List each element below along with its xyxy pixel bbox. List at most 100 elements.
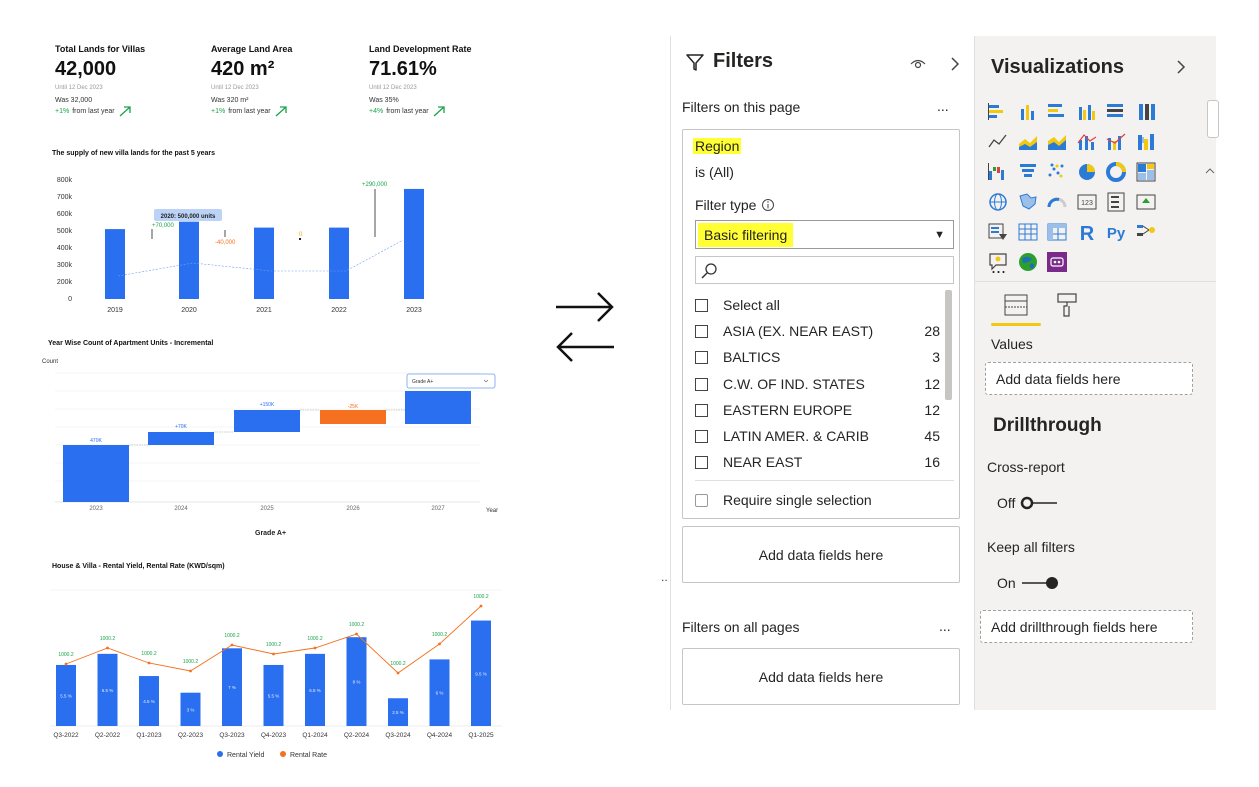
funnel-chart-icon[interactable] — [1017, 161, 1039, 183]
filled-map-icon[interactable] — [1017, 191, 1039, 213]
more-options-icon[interactable]: ... — [939, 618, 951, 634]
pane-resize-handle[interactable]: .. — [661, 570, 668, 584]
line-point — [189, 669, 192, 673]
python-visual-icon[interactable]: Py — [1105, 221, 1127, 243]
card-icon[interactable]: 123 — [1076, 191, 1098, 213]
kpi-was: Was 32,000 — [55, 97, 93, 104]
x-tick-label: Q1-2023 — [136, 732, 162, 739]
checkbox[interactable] — [695, 350, 708, 364]
slicer-icon[interactable] — [987, 221, 1009, 243]
line-clustered-column-chart-icon[interactable] — [1105, 131, 1127, 153]
100-stacked-column-chart-icon[interactable] — [1135, 101, 1157, 123]
add-data-fields-all-pages[interactable]: Add data fields here — [682, 648, 960, 705]
filter-item[interactable]: NEAR EAST 16 — [695, 452, 940, 472]
require-single-selection[interactable]: Require single selection — [695, 490, 940, 510]
kpi-change-pct: +1% — [55, 107, 70, 115]
checkbox[interactable] — [695, 493, 708, 507]
map-icon[interactable] — [987, 191, 1009, 213]
filter-item-label: NEAR EAST — [723, 454, 803, 470]
scatter-chart-icon[interactable] — [1046, 161, 1068, 183]
filters-on-all-pages-label: Filters on all pages — [682, 619, 800, 635]
keep-filters-toggle[interactable]: On — [997, 575, 1060, 591]
filter-select-all[interactable]: Select all — [695, 295, 940, 315]
toggle-switch-on[interactable] — [1020, 575, 1060, 591]
add-data-fields-page[interactable]: Add data fields here — [682, 526, 960, 583]
eye-icon[interactable] — [909, 56, 927, 70]
toggle-switch-off[interactable] — [1019, 495, 1059, 511]
multi-row-card-icon[interactable] — [1105, 191, 1127, 213]
pie-chart-icon[interactable] — [1076, 161, 1098, 183]
gauge-icon[interactable] — [1046, 191, 1068, 213]
table-icon[interactable] — [1017, 221, 1039, 243]
arcgis-map-icon[interactable] — [1017, 251, 1039, 273]
chevron-right-icon[interactable] — [1175, 59, 1187, 75]
y-tick-label: 0 — [68, 296, 72, 303]
filter-type-dropdown[interactable]: Basic filtering ▼ — [695, 220, 954, 249]
line-column-chart-icon[interactable] — [1076, 131, 1098, 153]
chevron-up-icon[interactable] — [1204, 164, 1216, 176]
bar-label: 2.5 % — [392, 710, 404, 715]
waterfall-chart-icon[interactable] — [987, 161, 1009, 183]
format-paintbrush-icon[interactable] — [1055, 292, 1079, 318]
rental-rate-line — [65, 605, 482, 674]
filter-item[interactable]: ASIA (EX. NEAR EAST) 28 — [695, 321, 940, 341]
100-stacked-bar-chart-icon[interactable] — [1105, 101, 1127, 123]
filter-search-box[interactable] — [695, 256, 954, 284]
drillthrough-heading: Drillthrough — [993, 415, 1102, 436]
key-influencers-icon[interactable] — [1135, 221, 1157, 243]
checkbox[interactable] — [695, 429, 708, 443]
bar-label: 5.5 % — [60, 693, 72, 698]
stacked-column-chart-icon[interactable] — [1017, 101, 1039, 123]
keep-all-filters-label: Keep all filters — [987, 539, 1075, 555]
stacked-bar-chart-icon[interactable] — [987, 101, 1009, 123]
checkbox-label: Require single selection — [723, 492, 872, 508]
filter-field-name[interactable]: Region — [693, 138, 742, 154]
kpi-was: Was 35% — [369, 97, 399, 104]
matrix-icon[interactable] — [1046, 221, 1068, 243]
x-tick-label: Q2-2022 — [95, 732, 121, 739]
kpi-change-text: from last year — [228, 107, 271, 115]
checkbox[interactable] — [695, 455, 708, 469]
filter-item-count: 3 — [932, 349, 940, 365]
treemap-icon[interactable] — [1135, 161, 1157, 183]
filter-search-input[interactable] — [722, 259, 950, 281]
add-drillthrough-well[interactable]: Add drillthrough fields here — [980, 610, 1193, 643]
bar — [105, 229, 125, 299]
line-chart-icon[interactable] — [987, 131, 1009, 153]
filter-item-count: 28 — [924, 323, 940, 339]
checkbox[interactable] — [695, 403, 708, 417]
filter-item[interactable]: C.W. OF IND. STATES 12 — [695, 374, 940, 394]
collapsed-pane-tab[interactable] — [1207, 100, 1219, 138]
fields-tab-icon[interactable] — [1003, 292, 1029, 318]
filter-item[interactable]: BALTICS 3 — [695, 347, 940, 367]
checkbox[interactable] — [695, 324, 708, 338]
chart1-annotation-dot — [299, 238, 301, 240]
donut-chart-icon[interactable] — [1105, 161, 1127, 183]
x-tick-label: Q4-2024 — [427, 732, 453, 739]
area-chart-icon[interactable] — [1017, 131, 1039, 153]
filter-list-scrollbar[interactable] — [945, 290, 952, 400]
kpi-icon[interactable] — [1135, 191, 1157, 213]
checkbox[interactable] — [695, 377, 708, 391]
chevron-right-icon[interactable] — [949, 56, 961, 72]
filter-item[interactable]: EASTERN EUROPE 12 — [695, 400, 940, 420]
data-label: 470K — [90, 438, 102, 444]
y-tick-label: 400k — [57, 245, 73, 252]
cross-report-toggle[interactable]: Off — [997, 495, 1059, 511]
swap-arrows-icon — [556, 292, 614, 362]
y-tick-label: 300k — [57, 262, 73, 269]
more-options-icon[interactable]: ... — [937, 98, 949, 114]
clustered-bar-chart-icon[interactable] — [1046, 101, 1068, 123]
filter-item[interactable]: LATIN AMER. & CARIB 45 — [695, 426, 940, 446]
add-values-well[interactable]: Add data fields here — [985, 362, 1193, 395]
custom-visual-icon[interactable] — [1046, 251, 1068, 273]
r-visual-icon[interactable]: R — [1076, 221, 1098, 243]
more-visuals-icon[interactable]: ... — [991, 257, 1006, 278]
stacked-area-chart-icon[interactable] — [1046, 131, 1068, 153]
ribbon-chart-icon[interactable] — [1135, 131, 1157, 153]
waterfall-bar — [148, 432, 214, 445]
checkbox[interactable] — [695, 298, 708, 312]
bar-label: 6.5 % — [102, 688, 114, 693]
clustered-column-chart-icon[interactable] — [1076, 101, 1098, 123]
info-icon[interactable] — [761, 198, 775, 212]
